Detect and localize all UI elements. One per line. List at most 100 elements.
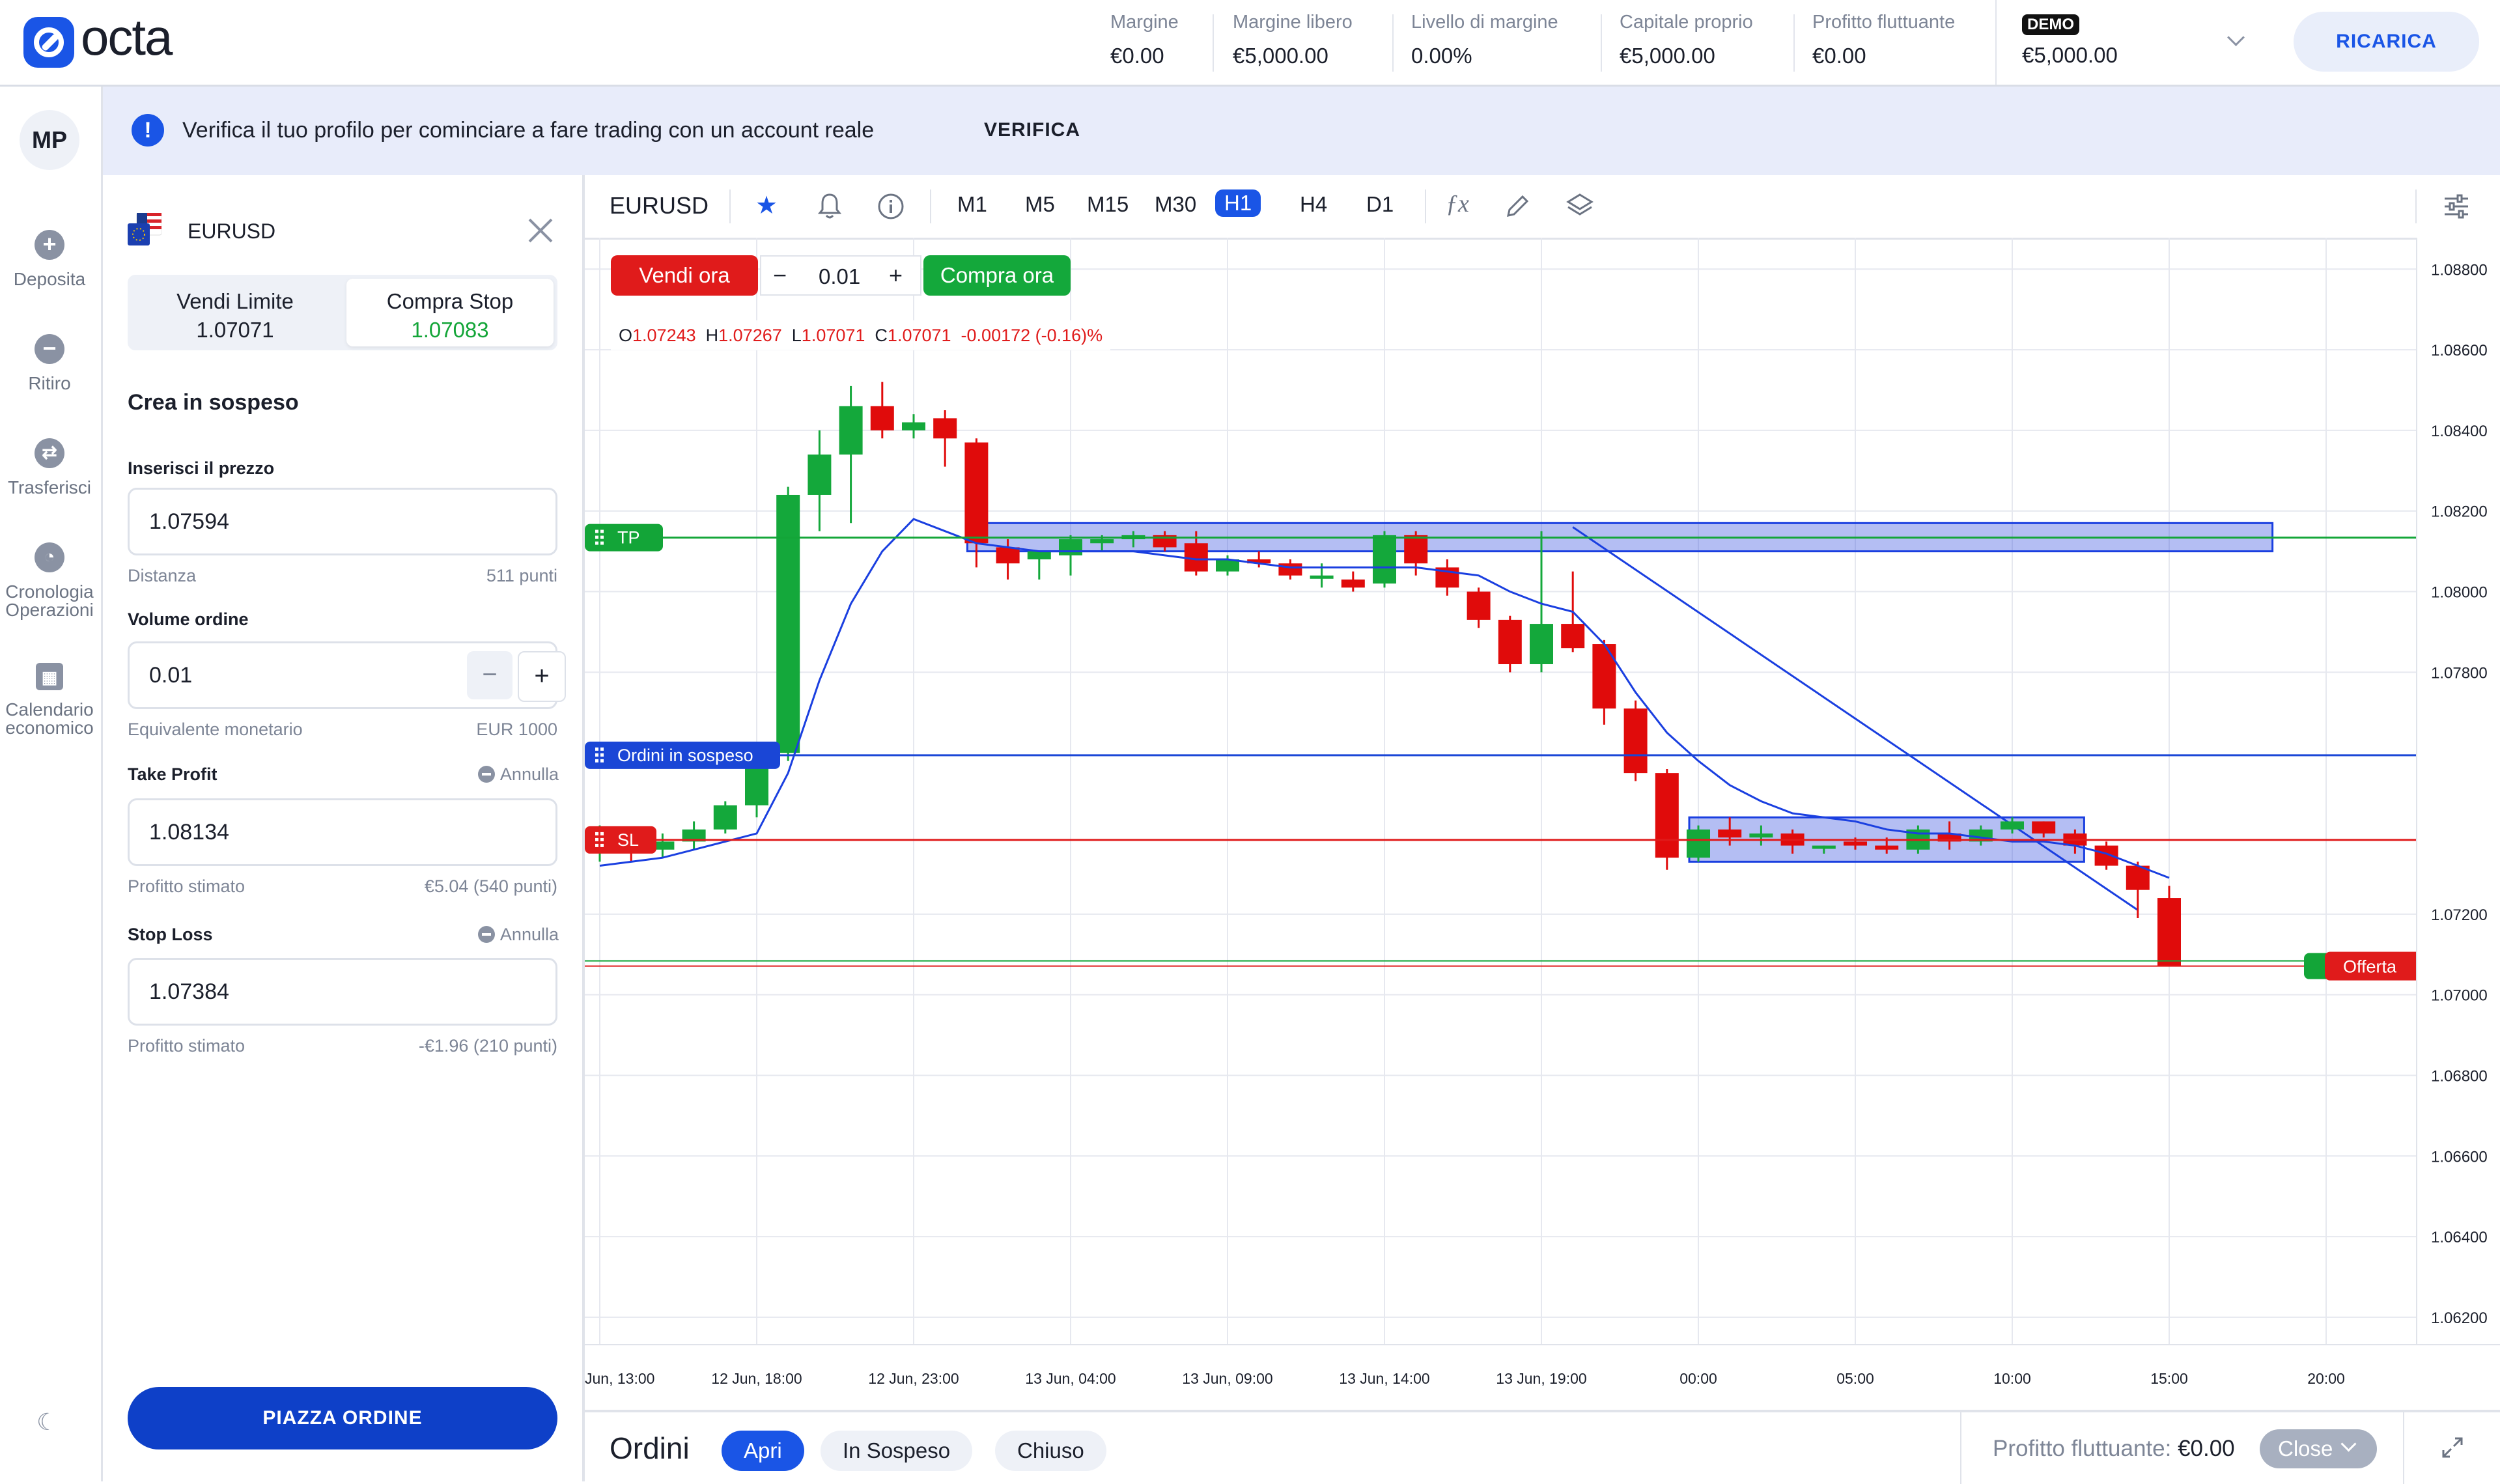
piazza-ordine-button[interactable]: PIAZZA ORDINE (128, 1387, 557, 1449)
divider (1425, 189, 1426, 223)
drag-handle-dot (595, 832, 598, 835)
price-input[interactable]: 1.07594 (128, 488, 557, 555)
y-tick-label: 1.07000 (2431, 987, 2488, 1005)
divider (1960, 1412, 1961, 1484)
sl-level-label: SL (617, 830, 639, 850)
section-title: Crea in sospeso (128, 390, 299, 415)
x-axis: Jun, 13:00 12 Jun, 18:00 12 Jun, 23:00 13 J… (585, 1344, 2500, 1410)
y-tick-label: 1.08800 (2431, 261, 2488, 279)
chart-symbol[interactable]: EURUSD (610, 192, 709, 219)
star-icon[interactable]: ★ (755, 191, 778, 220)
divider (1213, 14, 1214, 72)
candle-body (1592, 644, 1616, 709)
x-tick-label: 15:00 (2150, 1370, 2188, 1387)
divider (930, 189, 931, 223)
candle-body (1341, 579, 1365, 588)
indicators-icon[interactable]: ƒx (1446, 189, 1469, 218)
volume-minus-button[interactable]: − (467, 651, 513, 699)
x-tick-label: 13 Jun, 04:00 (1025, 1370, 1116, 1387)
drag-handle-dot (600, 753, 604, 757)
timeframe-h4[interactable]: H4 (1300, 192, 1327, 217)
distance-value: 511 punti (486, 566, 557, 585)
settings-sliders-icon[interactable] (2442, 192, 2471, 221)
info-icon[interactable] (877, 192, 905, 221)
verifica-link[interactable]: VERIFICA (984, 119, 1080, 141)
chevron-down-icon[interactable] (2227, 29, 2245, 46)
layers-icon[interactable] (1564, 191, 1595, 222)
timeframe-m15[interactable]: M15 (1087, 192, 1129, 217)
y-tick-label: 1.08200 (2431, 503, 2488, 521)
account-balance: €5,000.00 (2022, 43, 2118, 67)
moon-icon[interactable]: ☾ (36, 1408, 57, 1436)
volume-input[interactable]: 0.01 − + (128, 641, 566, 709)
x-tick-label: 12 Jun, 23:00 (868, 1370, 959, 1387)
nav-ritiro[interactable]: − Ritiro (0, 334, 99, 393)
timeframe-m1[interactable]: M1 (957, 192, 987, 217)
timeframe-d1[interactable]: D1 (1366, 192, 1394, 217)
quick-volume: − 0.01 + (760, 255, 921, 296)
expand-icon[interactable] (2439, 1435, 2465, 1461)
drag-handle-dot (595, 843, 598, 847)
x-tick-label: 00:00 (1679, 1370, 1717, 1387)
candle-body (2032, 821, 2056, 834)
tp-annulla-button[interactable]: Annulla (468, 764, 559, 785)
y-axis: 1.08800 1.08600 1.08400 1.08200 1.08000 1.078… (2416, 238, 2500, 1410)
distance-label: Distanza (128, 566, 197, 585)
bell-icon[interactable] (817, 192, 843, 221)
chart-grid (585, 238, 2417, 1345)
tab-in-sospeso[interactable]: In Sospeso (821, 1431, 973, 1471)
stat-free-margin: Margine libero €5,000.00 (1233, 12, 1353, 68)
stop-loss-input[interactable]: 1.07384 (128, 958, 557, 1026)
divider (1995, 0, 1997, 85)
y-tick-label: 1.07800 (2431, 664, 2488, 682)
chevron-down-icon (2340, 1436, 2357, 1452)
nav-calendario[interactable]: ▦ Calendario economico (0, 663, 99, 737)
timeframe-h1[interactable]: H1 (1215, 189, 1261, 217)
candle-body (776, 494, 800, 753)
x-tick-label: 20:00 (2307, 1370, 2345, 1387)
drag-handle-dot (595, 759, 598, 763)
nav-deposita[interactable]: + Deposita (0, 230, 99, 288)
y-tick-label: 1.06800 (2431, 1067, 2488, 1085)
volume-plus-button[interactable]: + (518, 651, 566, 702)
sl-annulla-button[interactable]: Annulla (468, 925, 559, 945)
candle-body (1687, 829, 1710, 858)
candle-body (1404, 535, 1428, 564)
price-label: Inserisci il prezzo (128, 458, 275, 478)
tab-vendi-limite[interactable]: Vendi Limite 1.07071 (132, 279, 339, 346)
drag-handle-dot (600, 529, 604, 533)
take-profit-input[interactable]: 1.08134 (128, 798, 557, 866)
drag-handle-dot (595, 535, 598, 539)
timeframe-m30[interactable]: M30 (1155, 192, 1196, 217)
qty-plus-button[interactable]: + (889, 262, 903, 289)
close-all-button[interactable]: Close (2260, 1429, 2377, 1468)
candle-body (1655, 773, 1679, 858)
pencil-icon[interactable] (1503, 192, 1532, 221)
divider (1601, 14, 1602, 72)
timeframe-m5[interactable]: M5 (1025, 192, 1055, 217)
eurusd-flag-icon (128, 213, 162, 245)
qty-minus-button[interactable]: − (773, 262, 787, 289)
account-selector[interactable]: DEMO €5,000.00 (2022, 14, 2118, 68)
drag-handle-dot (600, 759, 604, 763)
price-chart[interactable]: TP1.08134Ordini in sospeso1.07594SL1.073… (585, 238, 2500, 1410)
volume-value: 0.01 (149, 663, 193, 688)
divider (2415, 189, 2417, 223)
ricarica-button[interactable]: RICARICA (2294, 12, 2479, 72)
nav-cronologia[interactable]: ◔ Cronologia Operazioni (0, 542, 99, 619)
vendi-ora-button[interactable]: Vendi ora (611, 255, 758, 296)
candle-body (839, 406, 863, 455)
tab-apri[interactable]: Apri (722, 1431, 804, 1471)
compra-ora-button[interactable]: Compra ora (923, 255, 1071, 296)
avatar[interactable]: MP (20, 110, 79, 170)
tab-compra-stop[interactable]: Compra Stop 1.07083 (346, 279, 554, 346)
nav-trasferisci[interactable]: ⇄ Trasferisci (0, 438, 99, 497)
drag-handle-dot (595, 747, 598, 751)
demo-badge: DEMO (2022, 14, 2079, 35)
quick-qty[interactable]: 0.01 (819, 264, 860, 289)
candle-body (1278, 563, 1302, 576)
y-tick-label: 1.06400 (2431, 1229, 2488, 1246)
close-icon[interactable] (525, 216, 555, 245)
x-tick-label: 10:00 (1993, 1370, 2031, 1387)
tab-chiuso[interactable]: Chiuso (995, 1431, 1106, 1471)
